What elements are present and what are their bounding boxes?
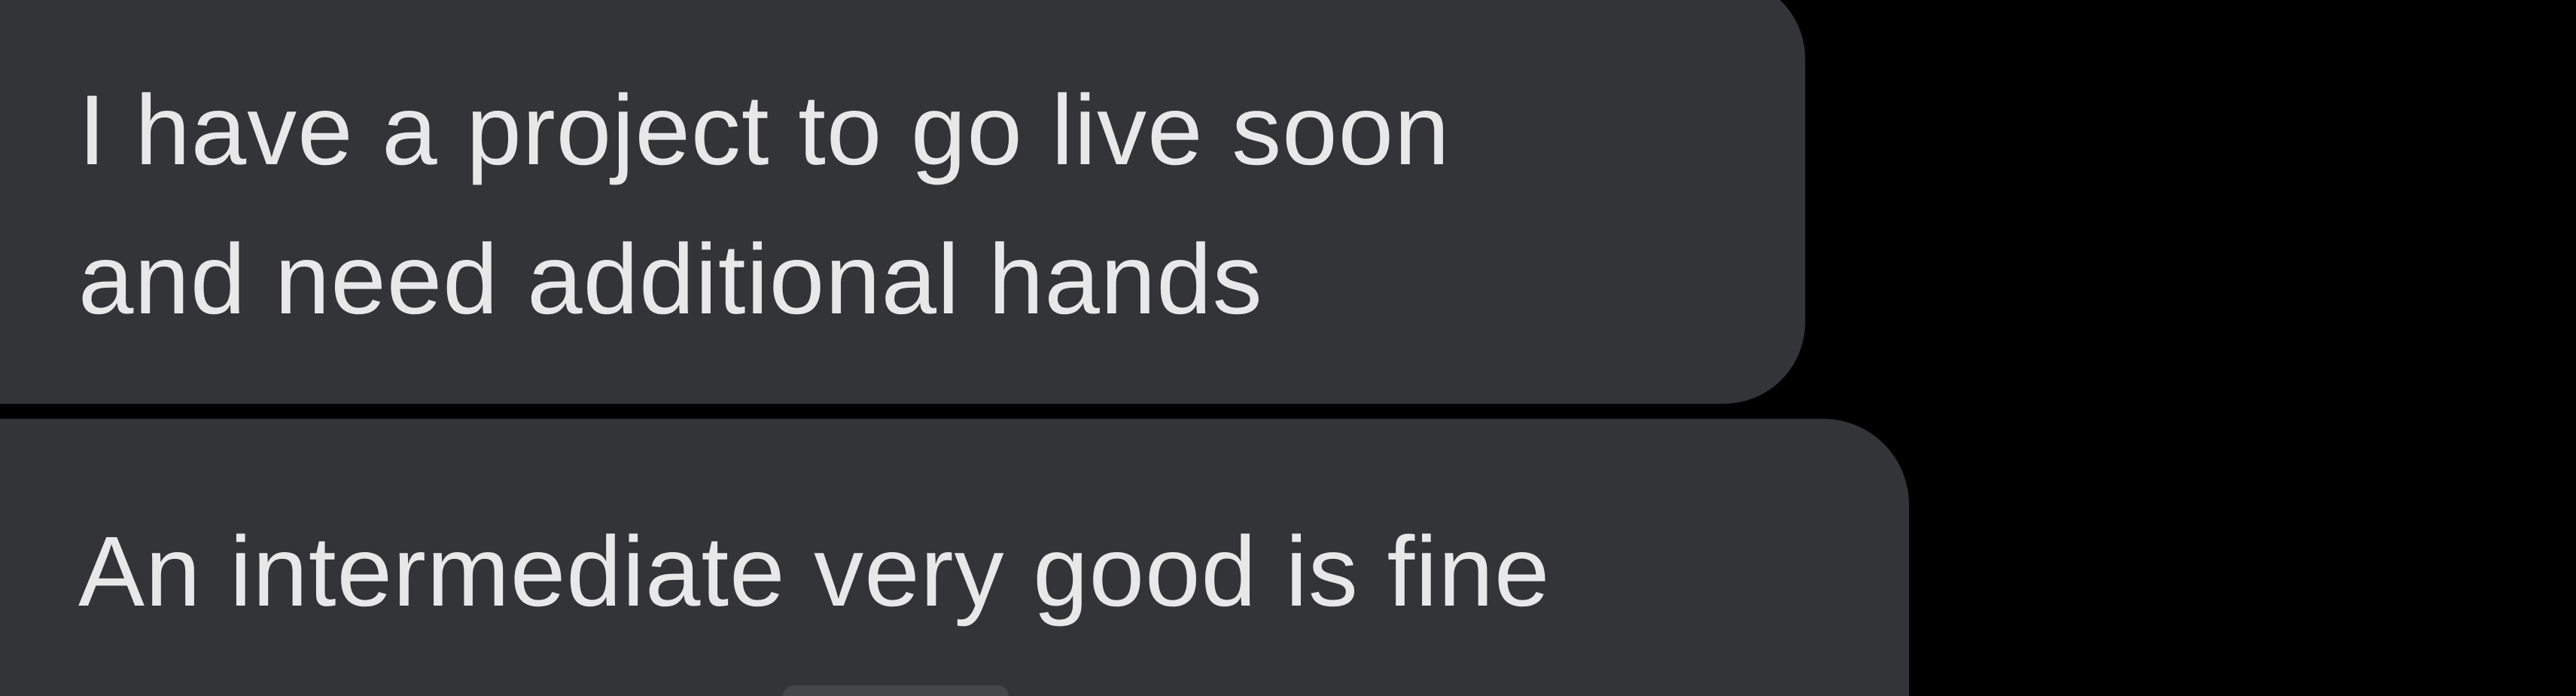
received-message-bubble[interactable]: I have a project to go live soon and nee… — [0, 0, 1805, 404]
conversation-view: I have a project to go live soon and nee… — [0, 0, 2576, 696]
message-text-line: An intermediate very good is fine — [78, 516, 1551, 627]
message-text-line: I have a project to go live soon — [78, 75, 1451, 185]
message-text-line: and need additional hands — [78, 224, 1263, 334]
next-bubble-edge — [783, 685, 1009, 696]
received-message-bubble[interactable]: An intermediate very good is fine — [0, 419, 1909, 696]
